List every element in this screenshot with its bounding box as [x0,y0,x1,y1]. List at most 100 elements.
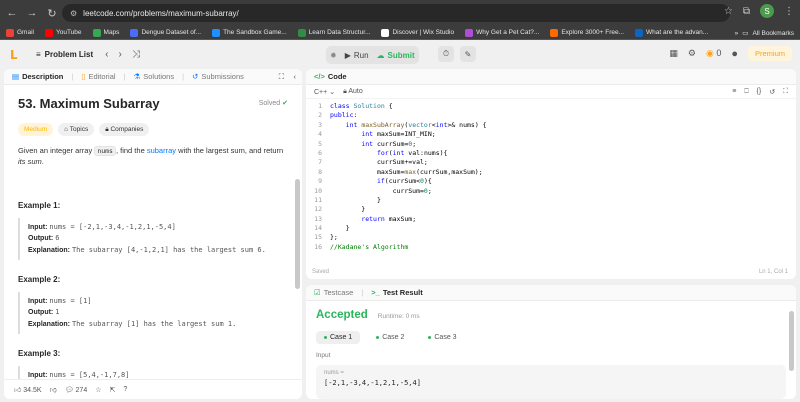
like-button[interactable]: 👍︎ 34.5K [14,385,42,394]
result-scrollbar[interactable] [789,311,794,371]
comments-button[interactable]: 💬︎ 274 [65,386,88,394]
tab-code[interactable]: </> Code [314,72,347,81]
case-tab[interactable]: Case 1 [316,331,361,344]
all-bookmarks[interactable]: » ▭ All Bookmarks [735,26,794,40]
bookmark-item[interactable]: Learn Data Structur... [297,28,370,37]
tab-submissions[interactable]: ↺ Submissions [192,72,244,81]
bookmark-item[interactable]: Gmail [6,28,34,37]
example-line-label: Input: [28,223,50,231]
next-problem-icon[interactable]: › [118,49,121,60]
code-token: } [330,195,381,204]
example-block: Input: nums = [1] Output: 1 Explanation: T… [18,291,288,335]
back-icon[interactable]: ← [4,5,20,21]
bookmark-item[interactable]: Maps [92,28,120,37]
share-icon[interactable]: ⇱ [110,386,116,394]
prev-problem-icon[interactable]: ‹ [105,49,108,60]
braces-icon[interactable]: {} [757,88,762,96]
layout-icon[interactable]: ▦ [669,48,678,59]
auto-toggle[interactable]: 🔒︎ Auto [343,88,363,96]
overflow-icon[interactable]: » [735,30,739,37]
bookmark-item[interactable]: The Sandbox Game... [212,28,287,37]
example-line-label: Input: [28,371,50,379]
bookmark-label: Maps [103,29,120,36]
example-line-value: The subarray [4,-1,2,1] has the largest … [71,245,266,254]
code-token: }; [330,233,338,242]
example-line: Input: nums = [-2,1,-3,4,-1,2,1,-5,4] [28,222,288,234]
code-token: int [345,120,362,129]
case-tab[interactable]: Case 3 [420,331,464,344]
maximize-icon[interactable]: ⛶ [279,72,284,82]
premium-button[interactable]: Premium [747,46,792,61]
format-icon[interactable]: ≡ [732,88,736,96]
variable-value: [-2,1,-3,4,-1,2,1,-5,4] [324,379,421,387]
favorite-icon[interactable]: ☆ [95,386,101,394]
code-line: 8 maxSum=max(currSum,maxSum); [306,168,796,177]
problem-list-button[interactable]: ≡ Problem List [36,50,93,59]
bookmark-star-icon[interactable]: ☆ [724,6,733,17]
user-avatar[interactable]: ● [731,48,738,60]
debug-icon[interactable]: ✹ [330,51,337,60]
language-select[interactable]: C++ ⌄ [314,88,335,96]
favicon-icon [297,28,306,37]
site-info-icon[interactable]: ⚙ [70,9,77,18]
shuffle-icon[interactable]: ⤨ [132,49,140,60]
collapse-icon[interactable]: ‹ [294,72,297,81]
code-panel: </> Code C++ ⌄ 🔒︎ Auto ≡ ⎕ {} ↺ ⛶ 1 class … [306,69,796,279]
tab-test-result[interactable]: >_ Test Result [371,288,422,297]
comment-icon: 💬︎ [64,386,74,394]
bookmark-item[interactable]: What are the advan... [635,28,708,37]
example-line-value: 6 [55,234,60,243]
subarray-link[interactable]: subarray [147,146,176,155]
bookmark-item[interactable]: YouTube [44,28,82,37]
topics-chip[interactable]: ⌂ Topics [58,122,95,137]
forward-icon[interactable]: → [24,5,40,21]
favicon-icon [212,28,221,37]
bookmark-item[interactable]: Why Get a Pet Cat?... [465,28,539,37]
code-editor[interactable]: 1 class Solution {2 public: 3 int maxSubArr… [306,99,796,251]
profile-avatar[interactable]: S [760,4,774,18]
tab-solutions[interactable]: ⚗ Solutions [134,72,175,81]
notes-icon[interactable]: ✎ [460,46,476,62]
tab-testcase[interactable]: ☑ Testcase [314,288,353,297]
leetcode-logo[interactable]: ᒪ [10,48,22,62]
settings-icon[interactable]: ⚙ [688,48,696,59]
extensions-icon[interactable]: ⧉ [743,6,750,17]
code-token: ; [412,139,417,148]
favicon-icon [635,28,644,37]
result-tabs: ☑ Testcase | >_ Test Result [306,285,796,301]
tab-description[interactable]: ▤ Description [12,72,63,81]
address-bar[interactable]: ⚙ leetcode.com/problems/maximum-subarray… [62,4,730,22]
code-token: } [330,224,350,233]
code-token: public [330,111,354,120]
code-text: currSum+=val; [330,158,428,167]
reload-icon[interactable]: ↻ [44,5,60,21]
example-line-value: nums = [-2,1,-3,4,-1,2,1,-5,4] [49,222,176,231]
case-tab[interactable]: Case 2 [368,331,412,344]
run-button[interactable]: ▶ Run [345,51,369,60]
help-icon[interactable]: ? [123,386,127,393]
line-number: 14 [314,224,322,233]
coins[interactable]: ◉ 0 [706,48,721,59]
favicon-icon [44,28,53,37]
code-token: Solution [353,102,385,110]
bookmark-item[interactable]: Dengue Dataset of... [130,28,201,37]
bookmark-item[interactable]: Discover | Wix Studio [381,28,454,37]
test-result-panel: ☑ Testcase | >_ Test Result Accepted Runtim… [306,285,796,399]
code-token: >& nums) { [447,120,487,129]
fullscreen-icon[interactable]: ⛶ [783,88,788,96]
tab-editorial[interactable]: ▯ Editorial [81,72,115,81]
bookmark-item[interactable]: Explore 3000+ Free... [550,28,624,37]
description-scrollbar[interactable] [295,179,300,289]
bookmark-icon[interactable]: ⎕ [744,88,748,96]
menu-icon[interactable]: ⋮ [784,6,794,17]
reset-icon[interactable]: ↺ [769,88,775,96]
timer-icon[interactable]: ⏱ [438,46,454,62]
code-text: return maxSum; [330,215,416,224]
description-panel: ▤ Description | ▯ Editorial | ⚗ Solutions |… [4,69,302,399]
favicon-icon [92,28,101,37]
code-line: 3 int maxSubArray(vector<int>& nums) { [306,121,796,130]
example-line: Explanation: The subarray [4,-1,2,1] has… [28,245,288,257]
submit-button[interactable]: ☁ Submit [377,51,415,60]
companies-chip[interactable]: 🔒︎ Companies [99,122,150,137]
dislike-icon[interactable]: 👎︎ [50,385,57,394]
